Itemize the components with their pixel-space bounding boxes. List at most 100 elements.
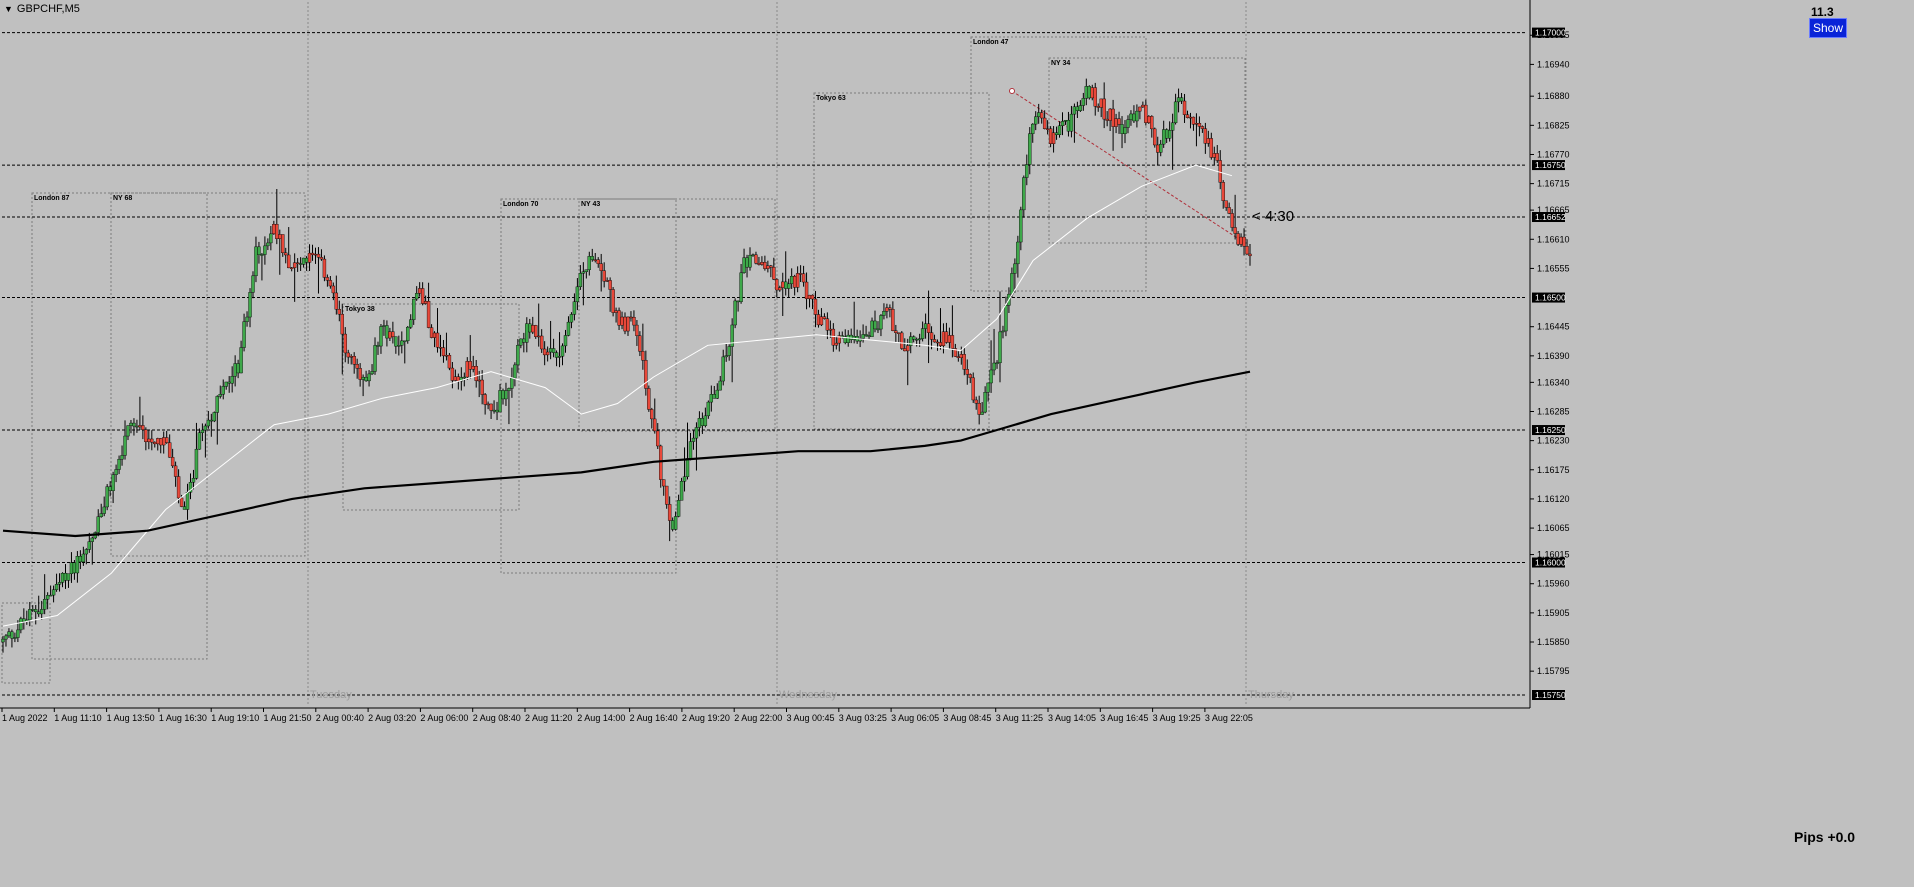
candle-body bbox=[263, 245, 267, 255]
candle-body bbox=[778, 287, 782, 291]
candle-body bbox=[28, 609, 32, 621]
candle-body bbox=[203, 425, 208, 431]
candle-body bbox=[807, 294, 812, 299]
candle-body bbox=[870, 320, 874, 337]
candle-body bbox=[54, 584, 59, 590]
candle-body bbox=[164, 437, 169, 443]
candle-body bbox=[144, 429, 148, 443]
candle-body bbox=[983, 392, 987, 413]
candle-body bbox=[1185, 114, 1190, 118]
candle-body bbox=[1102, 98, 1106, 120]
candle-body bbox=[623, 316, 627, 332]
candle-body bbox=[653, 418, 657, 432]
candle-body bbox=[66, 573, 71, 581]
candle-body bbox=[1078, 105, 1083, 111]
candle-body bbox=[90, 537, 94, 542]
candle-body bbox=[1203, 128, 1208, 144]
candle-body bbox=[903, 348, 907, 352]
candle-body bbox=[295, 262, 300, 264]
time-tick-label: 3 Aug 19:25 bbox=[1153, 713, 1201, 723]
candle-body bbox=[486, 403, 490, 406]
time-tick-label: 2 Aug 22:00 bbox=[734, 713, 782, 723]
candle-body bbox=[102, 506, 106, 514]
candle-body bbox=[376, 345, 380, 347]
candle-body bbox=[412, 298, 416, 320]
price-tick-label: 1.16940 bbox=[1537, 59, 1570, 69]
candle-body bbox=[662, 479, 666, 487]
candle-body bbox=[1224, 200, 1228, 208]
candle-body bbox=[156, 438, 160, 445]
candle-body bbox=[647, 388, 651, 410]
candle-body bbox=[685, 458, 690, 477]
candle-body bbox=[423, 301, 428, 304]
candle-body bbox=[525, 323, 529, 343]
candle-body bbox=[659, 445, 663, 480]
candle-body bbox=[1135, 110, 1139, 122]
candle-body bbox=[257, 246, 261, 255]
candle-body bbox=[379, 326, 383, 347]
candle-body bbox=[1197, 122, 1202, 127]
candle-body bbox=[429, 327, 434, 338]
time-tick-label: 2 Aug 11:20 bbox=[525, 713, 572, 723]
collapse-triangle-icon[interactable]: ▼ bbox=[4, 4, 13, 14]
candle-body bbox=[138, 425, 142, 428]
candle-body bbox=[557, 355, 562, 358]
candle-body bbox=[932, 339, 937, 343]
candle-body bbox=[950, 335, 955, 349]
candle-body bbox=[551, 348, 556, 353]
price-level-tag-label: 1.17000 bbox=[1535, 28, 1566, 38]
candle-body bbox=[1161, 129, 1166, 145]
candle-body bbox=[879, 315, 883, 330]
candle-body bbox=[462, 376, 467, 379]
candle-body bbox=[819, 316, 824, 326]
candle-body bbox=[289, 267, 294, 269]
candle-body bbox=[132, 422, 136, 427]
candle-body bbox=[926, 323, 931, 333]
candle-body bbox=[147, 438, 151, 443]
candle-body bbox=[1159, 143, 1163, 153]
candle-body bbox=[441, 347, 446, 357]
candle-body bbox=[1150, 116, 1154, 130]
symbol-title[interactable]: ▼ GBPCHF,M5 bbox=[4, 3, 80, 15]
candle-body bbox=[337, 309, 342, 315]
candle-body bbox=[1147, 116, 1151, 123]
candle-body bbox=[435, 332, 440, 348]
candle-body bbox=[403, 340, 407, 343]
candle-body bbox=[474, 366, 478, 381]
price-chart[interactable]: London 87 NY 68 Tokyo 38 London 70 NY 43 Toky… bbox=[0, 0, 1914, 887]
candle-body bbox=[605, 280, 609, 282]
show-button[interactable]: Show bbox=[1809, 18, 1847, 38]
candle-body bbox=[456, 376, 461, 382]
chart-window[interactable]: London 87 NY 68 Tokyo 38 London 70 NY 43 Toky… bbox=[0, 0, 1914, 887]
candle-body bbox=[84, 549, 89, 555]
price-tick-label: 1.15795 bbox=[1537, 666, 1570, 676]
candle-body bbox=[215, 396, 219, 413]
candle-body bbox=[620, 316, 624, 326]
candle-body bbox=[638, 335, 642, 352]
candle-body bbox=[801, 273, 806, 283]
candle-body bbox=[1054, 132, 1059, 135]
candle-body bbox=[629, 316, 633, 319]
candle-body bbox=[572, 301, 577, 315]
candle-body bbox=[307, 252, 312, 263]
pips-readout: Pips +0.0 bbox=[1794, 829, 1856, 845]
candle-body bbox=[1060, 121, 1065, 127]
price-tick-label: 1.16390 bbox=[1537, 351, 1570, 361]
time-tick-label: 2 Aug 16:40 bbox=[630, 713, 678, 723]
candle-body bbox=[504, 390, 508, 400]
candle-body bbox=[614, 310, 618, 313]
session-label: Tokyo 63 bbox=[816, 95, 846, 102]
candle-body bbox=[739, 272, 743, 302]
candle-body bbox=[489, 403, 493, 411]
candle-body bbox=[194, 448, 199, 479]
candle-body bbox=[897, 332, 901, 335]
candle-body bbox=[1108, 108, 1112, 121]
candle-body bbox=[227, 381, 231, 384]
candle-body bbox=[31, 609, 35, 611]
candle-body bbox=[539, 335, 544, 350]
candle-body bbox=[1057, 125, 1062, 135]
candle-body bbox=[1117, 118, 1121, 125]
candle-body bbox=[840, 335, 844, 337]
trend-line-anchor[interactable] bbox=[1009, 88, 1015, 94]
candle-body bbox=[795, 273, 800, 288]
